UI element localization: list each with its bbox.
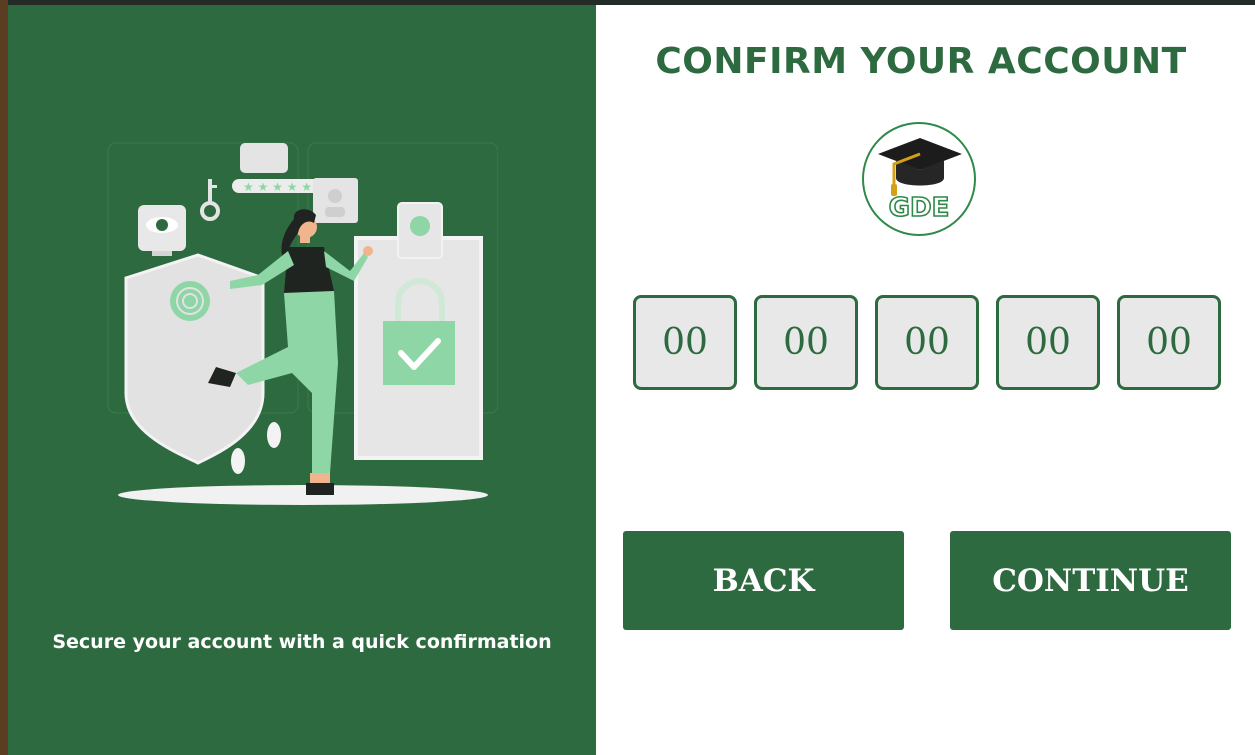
- gde-logo: GDE: [862, 122, 976, 236]
- security-illustration: ★ ★ ★ ★ ★: [107, 142, 498, 505]
- window-left-border: [0, 0, 8, 755]
- logo-monogram: GDE: [889, 193, 950, 223]
- page-title: CONFIRM YOUR ACCOUNT: [655, 41, 1187, 82]
- illustration-panel: ★ ★ ★ ★ ★ Secure your account with a qui…: [8, 5, 596, 755]
- illustration-caption: Secure your account with a quick confirm…: [52, 631, 552, 653]
- code-digit-1[interactable]: [633, 295, 737, 390]
- code-digit-3[interactable]: [875, 295, 979, 390]
- svg-text:★ ★ ★ ★ ★: ★ ★ ★ ★ ★: [243, 180, 312, 194]
- back-button[interactable]: BACK: [623, 531, 904, 630]
- confirm-panel: CONFIRM YOUR ACCOUNT GDE BACK CONTINUE: [596, 5, 1255, 755]
- graduation-cap-icon: GDE: [878, 138, 962, 224]
- code-digit-4[interactable]: [996, 295, 1100, 390]
- code-digit-5[interactable]: [1117, 295, 1221, 390]
- continue-button[interactable]: CONTINUE: [950, 531, 1231, 630]
- code-digit-2[interactable]: [754, 295, 858, 390]
